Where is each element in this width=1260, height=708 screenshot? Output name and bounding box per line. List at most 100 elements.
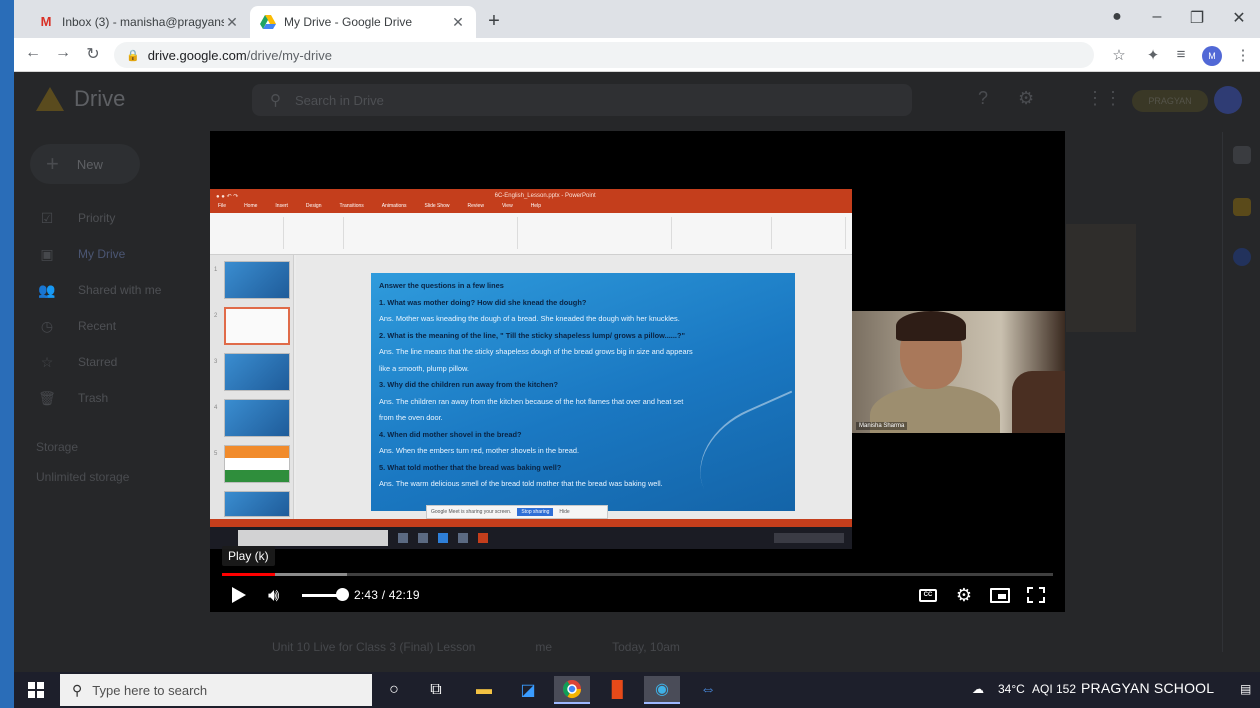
progress-bar[interactable] (222, 573, 1053, 576)
file-row[interactable]: Unit 10 Live for Class 3 (Final) Lesson … (272, 640, 972, 654)
new-button-label: New (76, 156, 103, 172)
profile-avatar[interactable]: M (1202, 46, 1222, 66)
fullscreen-icon (1027, 587, 1045, 603)
bookmark-star-icon[interactable]: ☆ (1108, 46, 1130, 64)
browser-account-icon[interactable]: ● (1102, 8, 1132, 26)
storage-label[interactable]: Storage (36, 440, 129, 454)
shared-taskbar-app (398, 533, 408, 543)
task-view-icon[interactable]: ⧉ (418, 676, 454, 704)
slide-thumbnail[interactable] (224, 353, 290, 391)
taskbar-search[interactable]: ⚲ Type here to search (60, 674, 372, 706)
ribbon-tab[interactable]: View (502, 203, 513, 213)
nav-item-priority[interactable]: ☑ Priority (36, 200, 206, 236)
help-icon[interactable]: ? (978, 88, 988, 109)
aqi-value[interactable]: AQI 152 (1032, 682, 1076, 696)
windows-start-icon[interactable] (28, 682, 44, 698)
sticky-notes-icon[interactable]: ◪ (510, 676, 546, 704)
volume-icon[interactable]: 🔊︎ (268, 583, 292, 607)
slide-question: 3. Why did the children run away from th… (379, 380, 559, 389)
restore-icon[interactable]: ❐ (1182, 8, 1212, 28)
drive-search-placeholder: Search in Drive (295, 92, 384, 108)
slide-thumbnail[interactable] (224, 261, 290, 299)
file-explorer-icon[interactable]: ▬ (466, 676, 502, 704)
file-thumbnail[interactable] (1066, 224, 1136, 332)
tasks-icon[interactable] (1233, 248, 1251, 266)
office-icon[interactable]: ▉ (600, 676, 636, 704)
slide-thumbnail[interactable] (224, 445, 290, 483)
calendar-icon[interactable] (1233, 146, 1251, 164)
new-tab-button[interactable]: + (482, 10, 506, 34)
address-bar[interactable]: 🔒 drive.google.com /drive/my-drive (114, 42, 1094, 68)
volume-slider-handle[interactable] (336, 588, 349, 601)
nav-item-trash[interactable]: 🗑 Trash (36, 380, 206, 416)
slide-answer: Ans. The children ran away from the kitc… (379, 396, 684, 406)
nav-item-starred[interactable]: ☆ Starred (36, 344, 206, 380)
reload-icon[interactable]: ↻ (82, 44, 104, 64)
ribbon-tab[interactable]: Design (306, 203, 322, 213)
weather-icon[interactable]: ☁ (972, 682, 984, 696)
settings-icon[interactable]: ⚙ (1018, 88, 1034, 109)
nav-item-label: Shared with me (78, 283, 162, 297)
edge-icon[interactable]: ◉ (644, 676, 680, 704)
ribbon-tab[interactable]: Transitions (340, 203, 364, 213)
notification-text: Google Meet is sharing your screen. (431, 509, 512, 515)
chrome-icon[interactable] (554, 676, 590, 704)
drive-icon (260, 15, 276, 29)
video-player[interactable]: ● ● ↶ ↷ 6C-English_Lesson.pptx - PowerPo… (210, 131, 1065, 612)
priority-icon: ☑ (40, 209, 54, 226)
tab-drive[interactable]: My Drive - Google Drive ✕ (250, 6, 476, 38)
ppt-ribbon-tabs: File Home Insert Design Transitions Animation… (210, 203, 852, 213)
shared-taskbar (210, 527, 852, 549)
play-button[interactable] (232, 583, 252, 607)
drive-logo-icon (36, 87, 64, 111)
nav-item-shared[interactable]: 👥 Shared with me (36, 272, 206, 308)
ribbon-tab[interactable]: Home (244, 203, 257, 213)
taskbar-search-placeholder: Type here to search (92, 682, 208, 698)
new-button[interactable]: + New (30, 144, 140, 184)
shared-taskbar-app (438, 533, 448, 543)
slide-thumbnail[interactable] (224, 399, 290, 437)
close-tab-icon[interactable]: ✕ (224, 14, 240, 31)
miniplayer-button[interactable] (988, 583, 1012, 607)
extensions-icon[interactable]: ✦ (1142, 46, 1164, 64)
lock-icon: 🔒 (126, 49, 140, 62)
browser-toolbar: ← → ↻ 🔒 drive.google.com /drive/my-drive… (14, 38, 1260, 72)
close-tab-icon[interactable]: ✕ (450, 14, 466, 31)
weather-temp[interactable]: 34°C (998, 682, 1025, 696)
ribbon-tab[interactable]: File (218, 203, 226, 213)
nav-item-recent[interactable]: ◷ Recent (36, 308, 206, 344)
fullscreen-button[interactable] (1024, 583, 1048, 607)
notification-icon[interactable]: ▤ (1240, 682, 1251, 696)
recent-icon: ◷ (40, 317, 54, 334)
ribbon-tab[interactable]: Slide Show (425, 203, 450, 213)
video-frame[interactable]: ● ● ↶ ↷ 6C-English_Lesson.pptx - PowerPo… (210, 131, 1065, 561)
tab-gmail[interactable]: M Inbox (3) - manisha@pragyansc ✕ (28, 6, 250, 38)
nav-item-my-drive[interactable]: ▣ My Drive (36, 236, 206, 272)
minimize-icon[interactable]: – (1142, 8, 1172, 26)
my-drive-icon: ▣ (40, 245, 54, 262)
teamviewer-icon[interactable]: ⇔ (690, 676, 726, 704)
stop-sharing-button[interactable]: Stop sharing (517, 508, 554, 516)
close-window-icon[interactable]: ✕ (1224, 8, 1254, 28)
account-avatar[interactable] (1214, 86, 1242, 114)
media-queue-icon[interactable]: ≡ (1170, 46, 1192, 63)
ribbon-tab[interactable]: Review (468, 203, 484, 213)
ribbon-tab[interactable]: Help (531, 203, 541, 213)
hide-button[interactable]: Hide (559, 509, 569, 515)
ribbon-tab[interactable]: Insert (275, 203, 288, 213)
slide-thumbnail-selected[interactable] (224, 307, 290, 345)
search-icon: ⚲ (72, 681, 83, 698)
slide-thumbnail[interactable] (224, 491, 290, 517)
back-icon[interactable]: ← (22, 44, 44, 62)
drive-search-input[interactable]: ⚲ Search in Drive (252, 84, 912, 116)
ribbon-tab[interactable]: Animations (382, 203, 407, 213)
apps-grid-icon[interactable]: ⋮⋮ (1086, 88, 1122, 109)
forward-icon[interactable]: → (52, 44, 74, 62)
keep-icon[interactable] (1233, 198, 1251, 216)
captions-button[interactable]: CC (916, 583, 940, 607)
menu-icon[interactable]: ⋮ (1232, 46, 1254, 64)
cortana-icon[interactable]: ○ (376, 676, 412, 704)
settings-button[interactable]: ⚙ (952, 583, 976, 607)
drive-logo[interactable]: Drive (36, 86, 125, 112)
side-panel (1222, 132, 1260, 652)
